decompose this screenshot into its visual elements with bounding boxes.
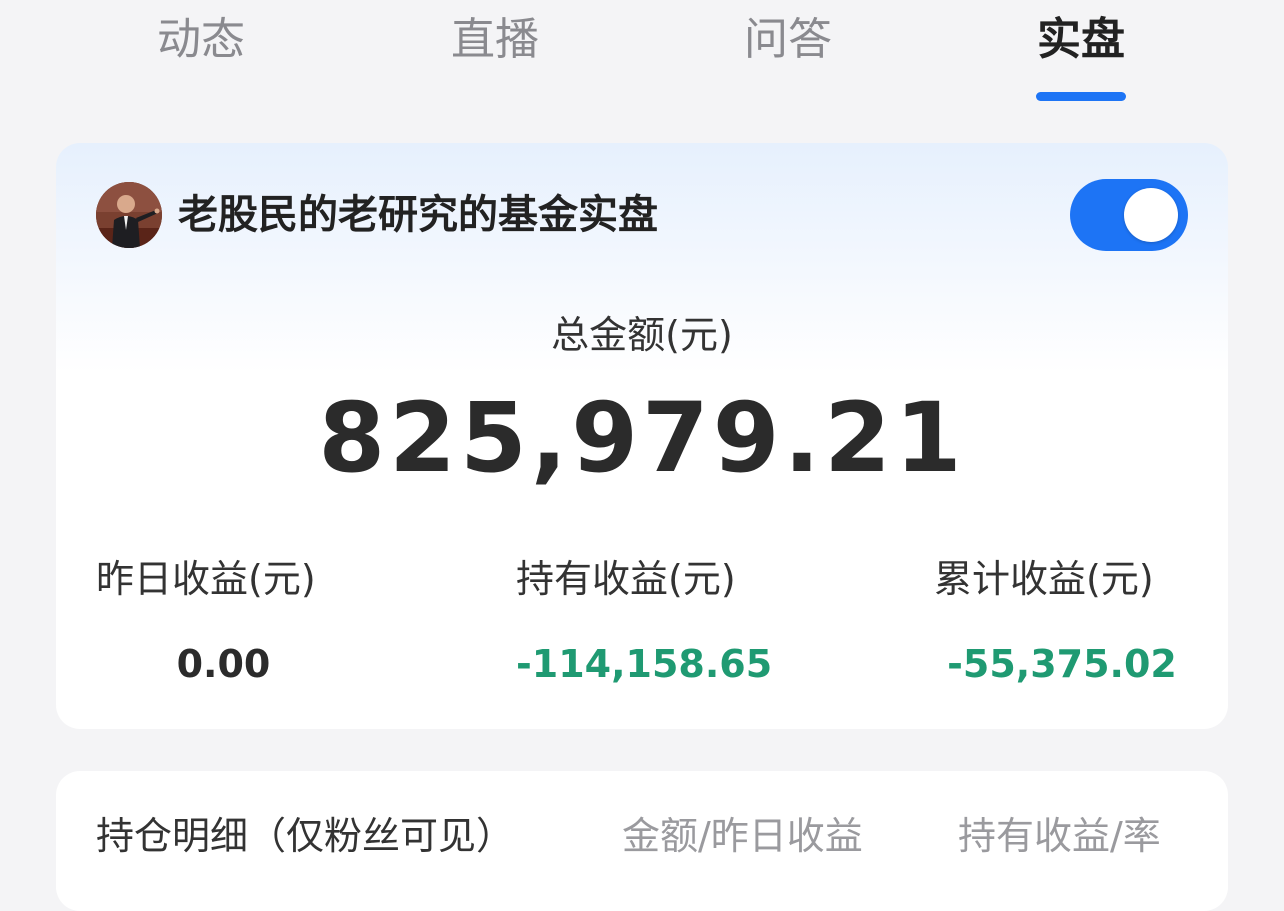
top-tab-bar: 动态 直播 问答 实盘 bbox=[0, 0, 1284, 110]
active-tab-indicator bbox=[1036, 92, 1126, 101]
holding-profit-label: 持有收益(元) bbox=[516, 557, 736, 601]
avatar[interactable] bbox=[96, 182, 162, 248]
holdings-col-amount: 金额/昨日收益 bbox=[622, 814, 863, 858]
total-amount-value: 825,979.21 bbox=[318, 382, 966, 494]
holdings-col-profit: 持有收益/率 bbox=[958, 814, 1161, 858]
portfolio-summary-card: 老股民的老研究的基金实盘 总金额(元) 825,979.21 昨日收益(元) 持… bbox=[56, 143, 1228, 729]
portfolio-title: 老股民的老研究的基金实盘 bbox=[178, 192, 658, 238]
tab-live[interactable]: 直播 bbox=[395, 8, 595, 72]
visibility-toggle[interactable] bbox=[1070, 179, 1188, 251]
tab-real-portfolio[interactable]: 实盘 bbox=[981, 8, 1181, 72]
yesterday-profit-label: 昨日收益(元) bbox=[96, 557, 316, 601]
cumulative-profit-value: -55,375.02 bbox=[947, 642, 1177, 686]
holdings-title: 持仓明细（仅粉丝可见） bbox=[96, 814, 515, 858]
holdings-card: 持仓明细（仅粉丝可见） 金额/昨日收益 持有收益/率 bbox=[56, 771, 1228, 911]
toggle-knob bbox=[1124, 188, 1178, 242]
holding-profit-value: -114,158.65 bbox=[516, 642, 773, 686]
tab-dynamics[interactable]: 动态 bbox=[101, 8, 301, 72]
tab-qa[interactable]: 问答 bbox=[688, 8, 888, 72]
cumulative-profit-label: 累计收益(元) bbox=[934, 557, 1154, 601]
avatar-image bbox=[96, 182, 162, 248]
yesterday-profit-value: 0.00 bbox=[176, 642, 271, 686]
total-amount-label: 总金额(元) bbox=[551, 313, 733, 357]
